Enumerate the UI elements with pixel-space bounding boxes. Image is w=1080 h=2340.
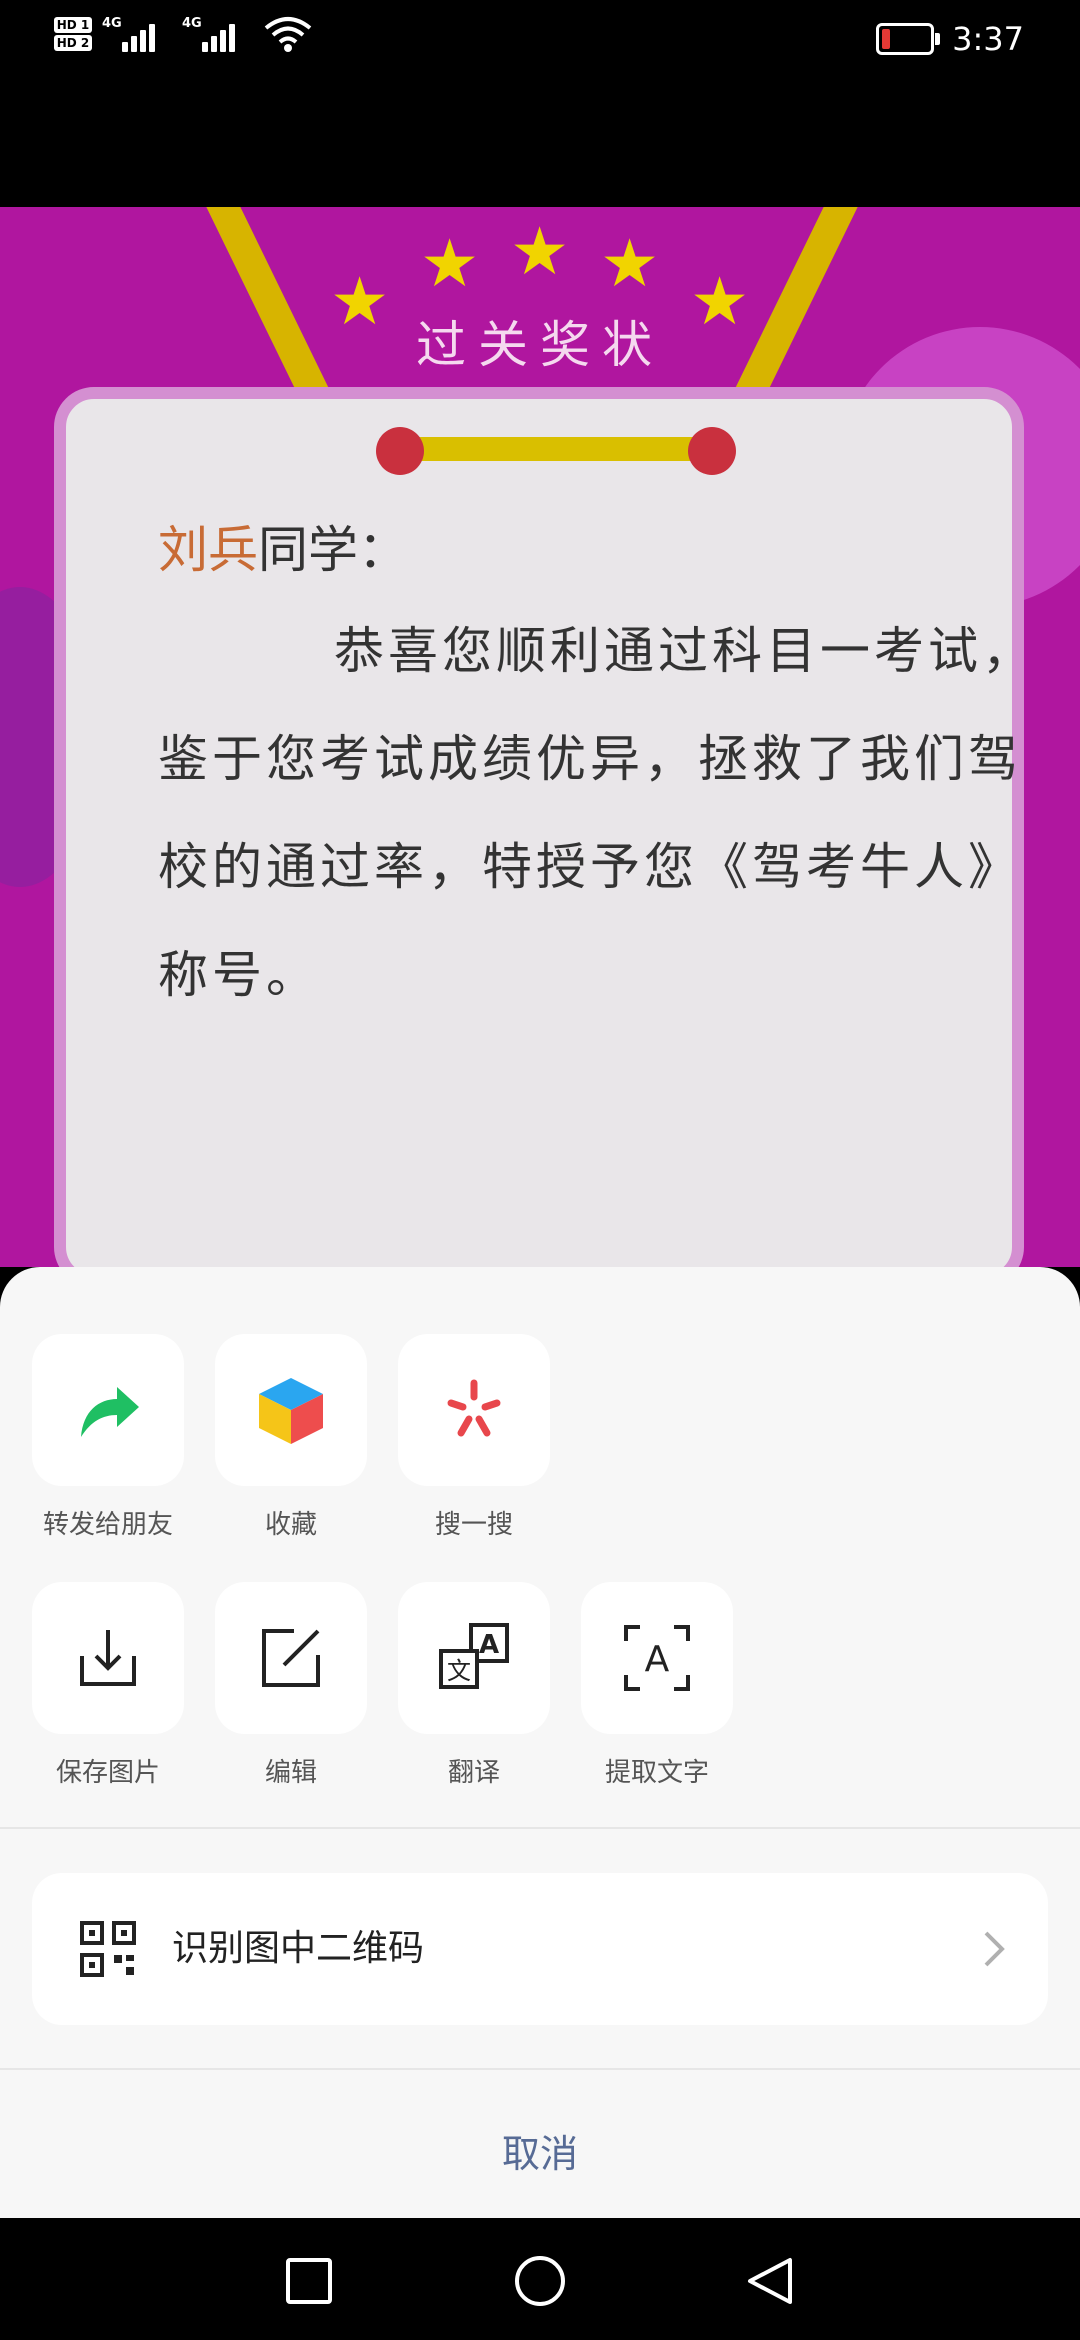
- greeting: 同学：: [258, 521, 408, 579]
- chevron-right-icon: [984, 1931, 1005, 1967]
- save-image-button[interactable]: 保存图片: [32, 1582, 184, 1789]
- forward-arrow-icon: [81, 1387, 139, 1437]
- edit-icon: [262, 1629, 320, 1687]
- clock: 3:37: [952, 20, 1024, 58]
- action-row-2: 保存图片 编辑 A 文 翻译 A 提取文字: [32, 1582, 733, 1789]
- svg-text:A: A: [479, 1630, 499, 1660]
- recent-apps-icon[interactable]: [282, 2254, 336, 2308]
- back-icon[interactable]: [742, 2254, 796, 2308]
- recipient-name: 刘兵: [158, 521, 258, 579]
- action-row-1: 转发给朋友 收藏 搜一搜: [32, 1334, 550, 1541]
- favorite-cube-icon: [259, 1378, 323, 1444]
- scan-qr-code-button[interactable]: 识别图中二维码: [32, 1873, 1048, 2025]
- sim2-badge: HD 2: [54, 35, 92, 51]
- navigation-bar: [0, 2218, 1080, 2340]
- search-spark-icon: [447, 1379, 501, 1437]
- forward-to-friend-button[interactable]: 转发给朋友: [32, 1334, 184, 1541]
- home-icon[interactable]: [513, 2254, 567, 2308]
- search-button[interactable]: 搜一搜: [398, 1334, 550, 1541]
- award-title: 过关奖状: [416, 316, 664, 374]
- action-sheet: 转发给朋友 收藏 搜一搜 保存图片 编辑 A 文 翻译 A 提取文字 识别图中二…: [0, 1267, 1080, 2218]
- certificate-body: 恭喜您顺利通过科目一考试，鉴于您考试成绩优异，拯救了我们驾校的通过率，特授予您《…: [158, 622, 1036, 1004]
- divider: [0, 1827, 1080, 1829]
- certificate-text: 刘兵同学： 恭喜您顺利通过科目一考试，鉴于您考试成绩优异，拯救了我们驾校的通过率…: [158, 515, 1038, 1029]
- qr-label: 识别图中二维码: [172, 1928, 425, 1969]
- signal-1-icon: 4G: [102, 14, 172, 54]
- translate-button[interactable]: A 文 翻译: [398, 1582, 550, 1789]
- svg-text:A: A: [645, 1639, 670, 1680]
- svg-text:文: 文: [447, 1657, 471, 1685]
- extract-text-button[interactable]: A 提取文字: [581, 1582, 733, 1789]
- edit-button[interactable]: 编辑: [215, 1582, 367, 1789]
- pin-decoration: [376, 427, 736, 475]
- status-bar: HD 1 HD 2 4G 4G 3:37: [0, 0, 1080, 207]
- signal-2-icon: 4G: [182, 14, 252, 54]
- translate-icon: A 文: [439, 1623, 509, 1689]
- certificate-card: 刘兵同学： 恭喜您顺利通过科目一考试，鉴于您考试成绩优异，拯救了我们驾校的通过率…: [54, 387, 1032, 1267]
- sim1-badge: HD 1: [54, 17, 92, 33]
- cancel-button[interactable]: 取消: [0, 2090, 1080, 2218]
- wifi-icon: [264, 17, 312, 52]
- battery-icon: [876, 23, 941, 55]
- divider: [0, 2068, 1080, 2070]
- text-extract-icon: A: [624, 1625, 690, 1691]
- certificate-image: ★ ★ ★ ★ ★ 过关奖状 刘兵同学： 恭喜您顺利通过科目一考试，鉴于您考试成…: [0, 207, 1080, 1267]
- qr-code-icon: [80, 1921, 136, 1977]
- favorite-button[interactable]: 收藏: [215, 1334, 367, 1541]
- download-icon: [80, 1630, 136, 1686]
